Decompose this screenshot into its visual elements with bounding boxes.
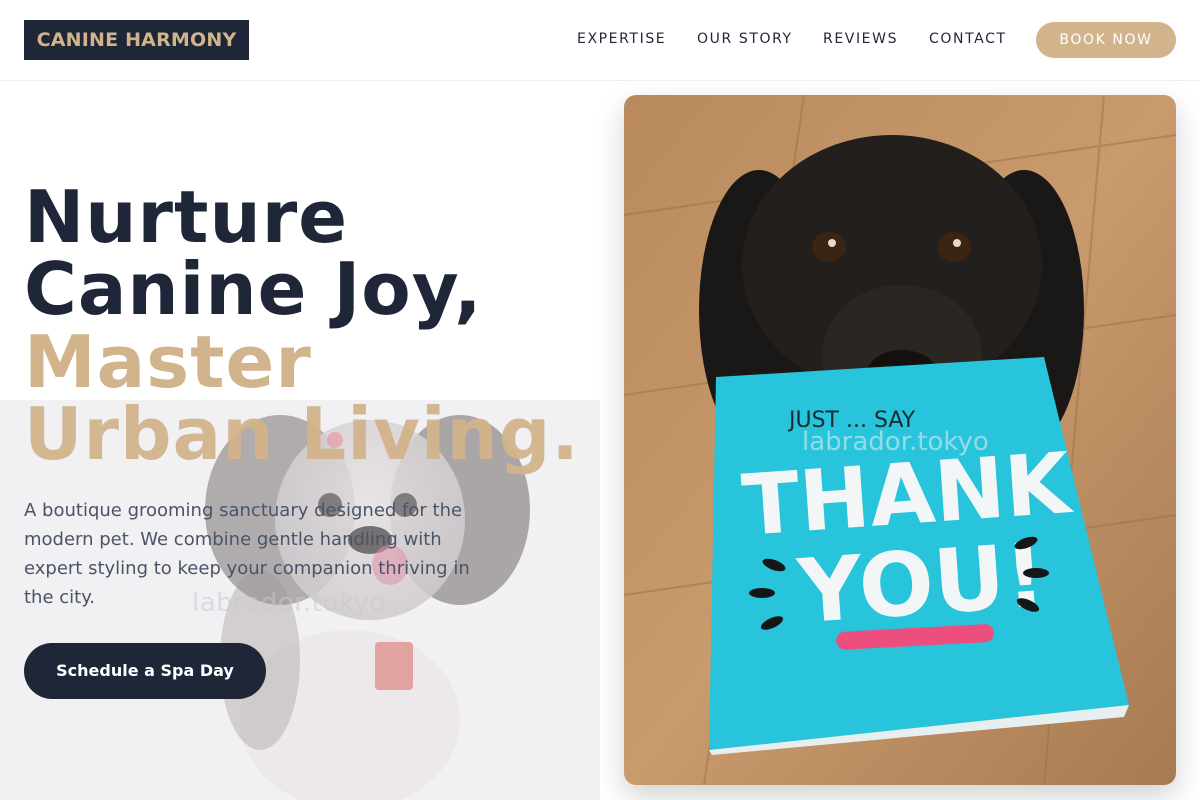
book-now-button[interactable]: BOOK NOW [1036, 22, 1176, 58]
hero-description: A boutique grooming sanctuary designed f… [24, 500, 470, 608]
watermark-text-right: labrador.tokyo [802, 427, 989, 457]
logo[interactable]: CANINE HARMONY [24, 20, 249, 60]
hero-title-line-4: Urban Living. [24, 392, 580, 476]
card-you-text: YOU! [794, 523, 1049, 643]
nav-link-contact[interactable]: CONTACT [929, 31, 1007, 47]
hero-title-line-1: Nurture [24, 175, 349, 259]
site-header: CANINE HARMONY EXPERTISE OUR STORY REVIE… [0, 0, 1200, 81]
nav-link-our-story[interactable]: OUR STORY [697, 31, 793, 47]
hero-title-line-2: Canine Joy, [24, 247, 483, 331]
nav-link-expertise[interactable]: EXPERTISE [577, 31, 666, 47]
hero-title-line-3: Master [24, 320, 312, 404]
hero-dog-photo: JUST ... SAY THANK YOU! labrador.tokyo [624, 95, 1176, 785]
nav-link-reviews[interactable]: REVIEWS [823, 31, 898, 47]
schedule-spa-day-button[interactable]: Schedule a Spa Day [24, 643, 266, 699]
